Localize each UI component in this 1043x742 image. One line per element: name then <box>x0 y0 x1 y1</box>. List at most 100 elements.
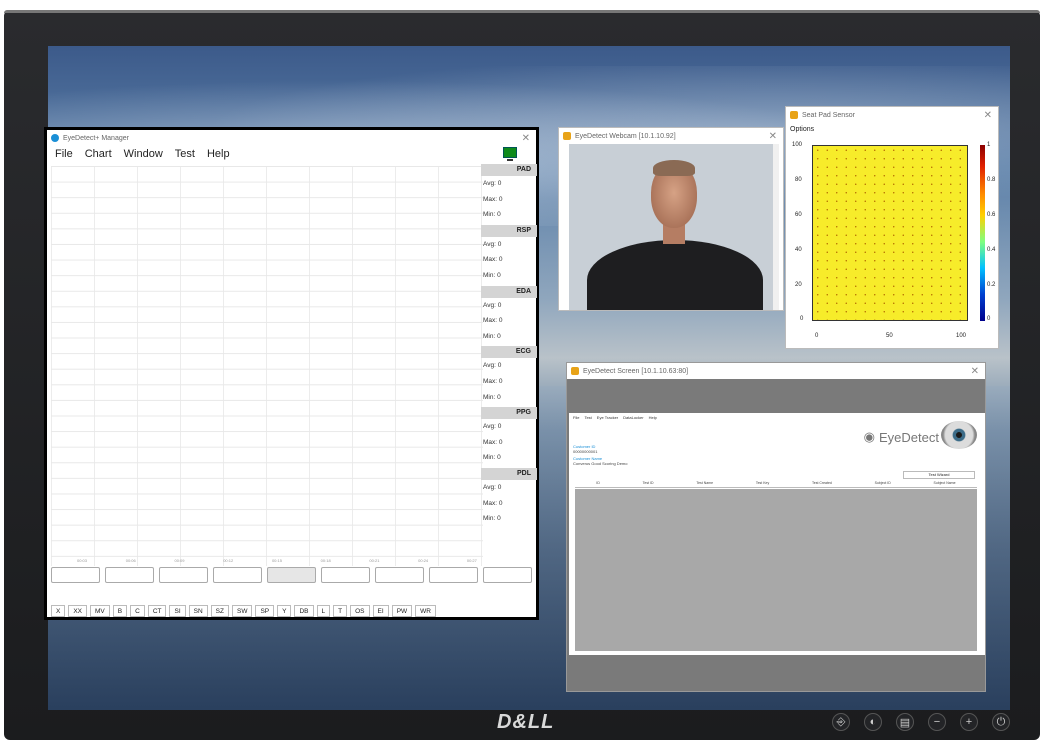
marker-box[interactable] <box>267 567 316 583</box>
sensor-min: Min: 0 <box>483 454 501 462</box>
marker-box[interactable] <box>321 567 370 583</box>
annotation-tag-bar: X XX MV B C CT SI SN SZ SW SP Y DB L T O… <box>51 605 439 617</box>
marker-box[interactable] <box>375 567 424 583</box>
close-icon[interactable]: ✕ <box>984 110 992 121</box>
close-icon[interactable]: ✕ <box>522 133 530 144</box>
time-label: 00:12 <box>223 558 234 563</box>
subject-hair <box>653 160 695 176</box>
webcam-scrollbar[interactable] <box>773 144 779 310</box>
eye-image <box>941 421 977 449</box>
tag-button[interactable]: PW <box>391 605 413 617</box>
sensor-avg: Avg: 0 <box>483 362 502 370</box>
column-header[interactable]: Subject Name <box>934 481 956 487</box>
tag-button[interactable]: DB <box>294 605 314 617</box>
manager-titlebar: EyeDetect+ Manager ✕ <box>47 130 536 146</box>
sensor-max: Max: 0 <box>483 256 503 264</box>
menu-test[interactable]: Test <box>175 148 195 162</box>
menu-help[interactable]: Help <box>207 148 230 162</box>
remote-menu-help[interactable]: Help <box>649 415 657 420</box>
webcam-app-icon <box>563 132 571 140</box>
menu-file[interactable]: File <box>55 148 73 162</box>
x-tick-label: 50 <box>886 333 893 339</box>
test-wizard-button[interactable]: Test Wizard <box>903 471 975 479</box>
webcam-feed <box>569 144 775 310</box>
y-tick-label: 60 <box>795 212 802 218</box>
column-header[interactable]: Test Created <box>812 481 832 487</box>
tag-button[interactable]: T <box>333 605 348 617</box>
bezel-input-icon[interactable]: ⎆ <box>832 713 850 731</box>
close-icon[interactable]: ✕ <box>769 131 777 142</box>
tag-button[interactable]: SP <box>255 605 275 617</box>
options-menu[interactable]: Options <box>786 123 998 137</box>
column-header[interactable]: Subject ID <box>875 481 891 487</box>
bezel-plus-icon[interactable]: + <box>960 713 978 731</box>
sensor-header-ppg: PPG <box>481 407 537 420</box>
tag-button[interactable]: X <box>51 605 66 617</box>
remote-menu-test[interactable]: Test <box>584 415 591 420</box>
sensor-header-eda: EDA <box>481 285 537 298</box>
tag-button[interactable]: C <box>130 605 145 617</box>
tests-table-header: ID Test ID Test Name Test Key Test Creat… <box>575 481 977 488</box>
manager-menubar: File Chart Window Test Help <box>47 146 536 164</box>
tag-button[interactable]: EI <box>372 605 389 617</box>
tag-button[interactable]: SI <box>169 605 186 617</box>
time-label: 00:03 <box>77 558 88 563</box>
tag-button[interactable]: WR <box>415 605 437 617</box>
y-tick-label: 40 <box>795 247 802 253</box>
sensor-max: Max: 0 <box>483 438 503 446</box>
tag-button[interactable]: SN <box>188 605 208 617</box>
sensor-max: Max: 0 <box>483 317 503 325</box>
close-icon[interactable]: ✕ <box>971 366 979 377</box>
remote-menu-file[interactable]: File <box>573 415 579 420</box>
tag-button[interactable]: B <box>112 605 128 617</box>
tag-button[interactable]: SW <box>231 605 253 617</box>
marker-box[interactable] <box>159 567 208 583</box>
tag-button[interactable]: CT <box>147 605 167 617</box>
time-label: 00:09 <box>174 558 185 563</box>
tag-button[interactable]: OS <box>350 605 370 617</box>
remote-menu-eye-tracker[interactable]: Eye Tracker <box>597 415 618 420</box>
eye-app-icon <box>51 134 59 142</box>
sensor-avg: Avg: 0 <box>483 240 502 248</box>
bezel-minus-icon[interactable]: − <box>928 713 946 731</box>
tag-button[interactable]: XX <box>68 605 88 617</box>
customer-name-value: Converus Good Scoring Demo <box>573 461 628 466</box>
tests-table-body <box>575 489 977 651</box>
marker-box[interactable] <box>483 567 532 583</box>
column-header[interactable]: Test Key <box>756 481 769 487</box>
seat-pad-window: Seat Pad Sensor ✕ Options 100 80 60 40 2… <box>785 106 999 349</box>
time-label: 00:06 <box>125 558 136 563</box>
column-header[interactable]: Test Name <box>696 481 713 487</box>
marker-box[interactable] <box>105 567 154 583</box>
tag-button[interactable]: SZ <box>210 605 229 617</box>
sensor-min: Min: 0 <box>483 271 501 279</box>
remote-screen-window: EyeDetect Screen [10.1.10.63:80] ✕ File … <box>566 362 986 692</box>
marker-box[interactable] <box>429 567 478 583</box>
sensor-header-pdl: PDL <box>481 467 537 480</box>
bezel-brightness-icon[interactable]: ◐ <box>864 713 882 731</box>
column-header[interactable]: Test ID <box>643 481 654 487</box>
remote-app: File Test Eye Tracker DataLocker Help Cu… <box>569 413 985 655</box>
sensor-max: Max: 0 <box>483 195 503 203</box>
bezel-menu-icon[interactable]: ▤ <box>896 713 914 731</box>
tag-button[interactable]: Y <box>277 605 292 617</box>
sensor-min: Min: 0 <box>483 332 501 340</box>
webcam-titlebar: EyeDetect Webcam [10.1.10.92] ✕ <box>559 128 783 144</box>
time-label: 00:15 <box>271 558 282 563</box>
remote-menu-datalocker[interactable]: DataLocker <box>623 415 643 420</box>
time-axis: 00:03 00:06 00:09 00:12 00:15 00:18 00:2… <box>77 558 477 563</box>
tag-button[interactable]: MV <box>90 605 110 617</box>
sensor-stats-panel: PAD Avg: 0 Max: 0 Min: 0 RSP Avg: 0 Max:… <box>481 162 537 527</box>
marker-box[interactable] <box>51 567 100 583</box>
menu-chart[interactable]: Chart <box>85 148 112 162</box>
tag-button[interactable]: L <box>316 605 331 617</box>
menu-window[interactable]: Window <box>124 148 163 162</box>
monitor-status-icon[interactable] <box>503 147 517 161</box>
screen-footer <box>569 655 985 691</box>
column-header[interactable]: ID <box>596 481 600 487</box>
sensor-max: Max: 0 <box>483 499 503 507</box>
bezel-power-icon[interactable]: ⏻ <box>992 713 1010 731</box>
sensor-avg: Avg: 0 <box>483 423 502 431</box>
marker-box[interactable] <box>213 567 262 583</box>
colorbar-tick-label: 0 <box>987 316 991 322</box>
